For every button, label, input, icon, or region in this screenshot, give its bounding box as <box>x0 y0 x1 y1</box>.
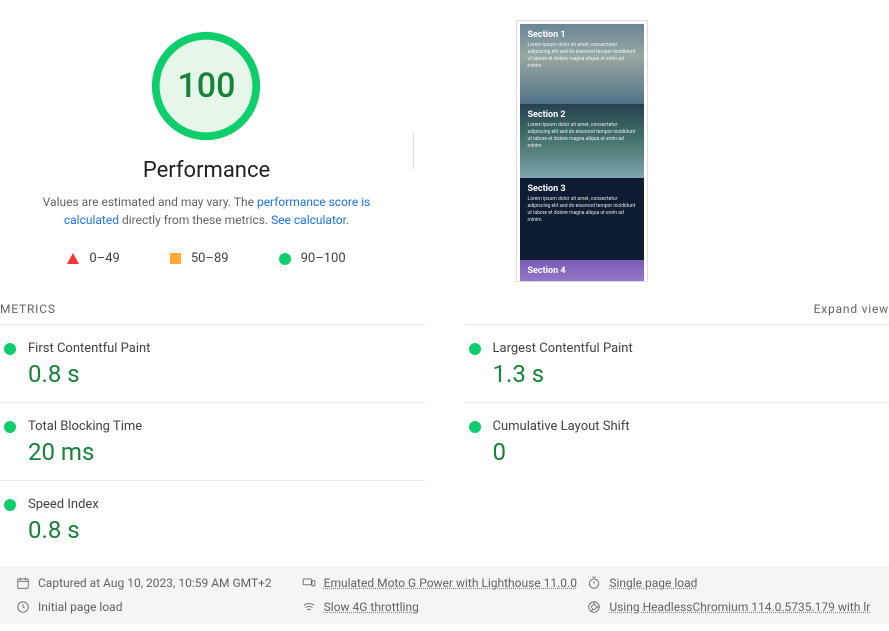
metric-cls-name: Cumulative Layout Shift <box>493 419 630 434</box>
metric-cls-value: 0 <box>493 438 889 466</box>
env-captured-text: Captured at Aug 10, 2023, 10:59 AM GMT+2 <box>38 576 272 590</box>
thumb-s3-title: Section 3 <box>528 184 636 194</box>
metric-si-value: 0.8 s <box>28 516 425 544</box>
env-single: Single page load <box>587 576 873 590</box>
legend-pass: 90–100 <box>279 251 346 266</box>
env-throttle: Slow 4G throttling <box>302 600 588 614</box>
thumb-s1-text: Lorem ipsum dolor sit amet, consectetur … <box>528 42 636 70</box>
metric-cls[interactable]: Cumulative Layout Shift 0 <box>465 402 889 480</box>
circle-icon <box>279 253 291 265</box>
env-ua: Using HeadlessChromium 114.0.5735.179 wi… <box>587 600 873 614</box>
thumb-s1-title: Section 1 <box>528 30 636 40</box>
metric-tbt-name: Total Blocking Time <box>28 419 142 434</box>
metric-lcp-name: Largest Contentful Paint <box>493 341 633 356</box>
metric-lcp[interactable]: Largest Contentful Paint 1.3 s <box>465 324 889 402</box>
wifi-icon <box>302 600 316 614</box>
chrome-icon <box>587 600 601 614</box>
disclaimer-text-1: Values are estimated and may vary. The <box>43 195 257 209</box>
legend-avg: 50–89 <box>170 251 229 266</box>
calendar-icon <box>16 576 30 590</box>
thumb-s2-title: Section 2 <box>528 110 636 120</box>
env-emulated: Emulated Moto G Power with Lighthouse 11… <box>302 576 588 590</box>
legend-fail-label: 0–49 <box>89 251 119 266</box>
env-captured: Captured at Aug 10, 2023, 10:59 AM GMT+2 <box>16 576 302 590</box>
env-emulated-text: Emulated Moto G Power with Lighthouse 11… <box>324 576 577 590</box>
metric-si[interactable]: Speed Index 0.8 s <box>0 480 425 558</box>
env-initial-text: Initial page load <box>38 600 122 614</box>
legend-pass-label: 90–100 <box>301 251 346 266</box>
disclaimer-text-2: directly from these metrics. <box>119 213 271 227</box>
status-dot-icon <box>4 421 16 433</box>
metric-fcp-value: 0.8 s <box>28 360 425 388</box>
legend-fail: 0–49 <box>67 251 119 266</box>
calc-link-2[interactable]: See calculator <box>271 213 346 227</box>
metric-tbt[interactable]: Total Blocking Time 20 ms <box>0 402 425 480</box>
timer-icon <box>587 576 601 590</box>
metric-fcp-name: First Contentful Paint <box>28 341 150 356</box>
gauge-title: Performance <box>143 158 270 183</box>
metrics-heading: METRICS <box>0 302 56 316</box>
env-throttle-text: Slow 4G throttling <box>324 600 419 614</box>
metric-lcp-value: 1.3 s <box>493 360 889 388</box>
metric-si-name: Speed Index <box>28 497 99 512</box>
triangle-icon <box>67 253 79 264</box>
thumb-s4-title: Section 4 <box>528 266 636 276</box>
status-dot-icon <box>469 343 481 355</box>
metric-fcp[interactable]: First Contentful Paint 0.8 s <box>0 324 425 402</box>
env-ua-text: Using HeadlessChromium 114.0.5735.179 wi… <box>609 600 870 614</box>
screenshot-thumbnail: Section 1 Lorem ipsum dolor sit amet, co… <box>516 20 648 282</box>
legend-avg-label: 50–89 <box>191 251 229 266</box>
disclaimer-text-3: . <box>346 213 349 227</box>
devices-icon <box>302 576 316 590</box>
square-icon <box>170 253 181 264</box>
score-gauge: 100 <box>148 28 264 144</box>
thumb-s3-text: Lorem ipsum dolor sit amet, consectetur … <box>528 196 636 224</box>
metric-tbt-value: 20 ms <box>28 438 425 466</box>
status-dot-icon <box>4 499 16 511</box>
score-value: 100 <box>148 28 264 144</box>
env-initial: Initial page load <box>16 600 302 614</box>
expand-view-toggle[interactable]: Expand view <box>814 302 889 316</box>
status-dot-icon <box>4 343 16 355</box>
status-dot-icon <box>469 421 481 433</box>
thumb-s2-text: Lorem ipsum dolor sit amet, consectetur … <box>528 122 636 150</box>
history-icon <box>16 600 30 614</box>
env-single-text: Single page load <box>609 576 697 590</box>
legend: 0–49 50–89 90–100 <box>67 251 345 266</box>
disclaimer: Values are estimated and may vary. The p… <box>0 193 413 229</box>
